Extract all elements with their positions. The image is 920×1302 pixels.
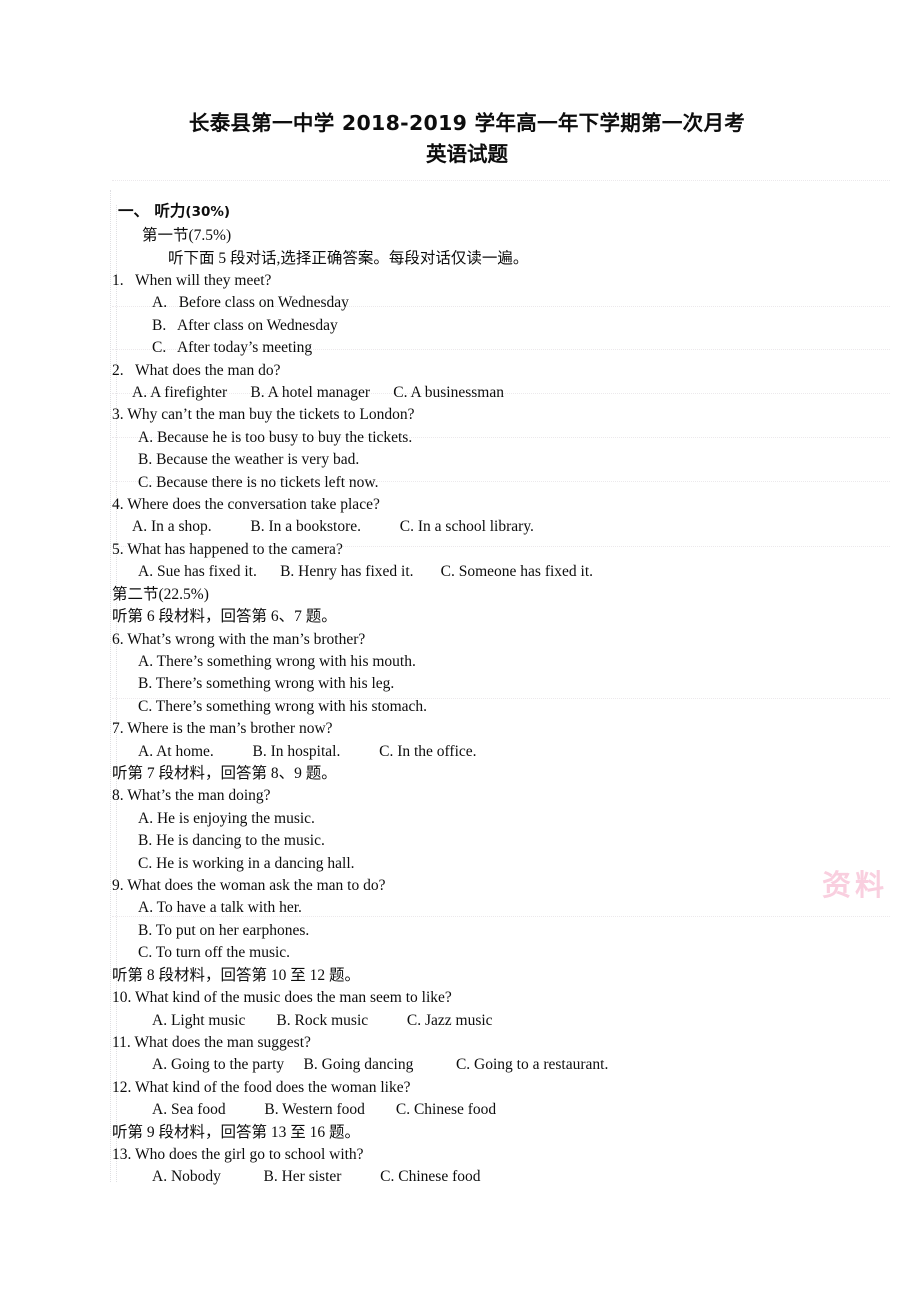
question-stem: 6. What’s wrong with the man’s brother? — [112, 630, 366, 648]
question-option: A. A firefighter B. A hotel manager C. A… — [132, 384, 504, 402]
document-body: 长泰县第一中学 2018-2019 学年高一年下学期第一次月考 英语试题 一、 … — [0, 0, 920, 1189]
question-stem: 5. What has happened to the camera? — [112, 540, 343, 558]
question-option: A. Because he is too busy to buy the tic… — [138, 428, 413, 446]
question-stem: 3. Why can’t the man buy the tickets to … — [112, 406, 415, 424]
question-option: B. After class on Wednesday — [152, 316, 338, 334]
question-option: A. There’s something wrong with his mout… — [138, 653, 416, 670]
question-stem: 11. What does the man suggest? — [112, 1033, 311, 1051]
question-option: A. Light music B. Rock music C. Jazz mus… — [152, 1011, 493, 1029]
question-stem: 9. What does the woman ask the man to do… — [112, 877, 386, 895]
section-heading-label: 一、 听力 — [118, 202, 186, 220]
question-option: A. Going to the party B. Going dancing C… — [152, 1056, 609, 1074]
listening-cue: 听第 8 段材料，回答第 10 至 12 题。 — [112, 966, 361, 984]
listening-cue: 听第 9 段材料，回答第 13 至 16 题。 — [112, 1123, 361, 1141]
question-stem: 13. Who does the girl go to school with? — [112, 1145, 364, 1163]
question-option: B. He is dancing to the music. — [138, 832, 325, 850]
page-title: 长泰县第一中学 2018-2019 学年高一年下学期第一次月考 — [188, 111, 746, 135]
part-two-heading: 第二节(22.5%) — [112, 585, 209, 603]
question-option: C. There’s something wrong with his stom… — [138, 697, 428, 715]
section-heading-listening: 一、 听力(30%) — [118, 198, 882, 225]
question-stem: 7. Where is the man’s brother now? — [112, 720, 333, 738]
question-option: A. Sea food B. Western food C. Chinese f… — [152, 1101, 497, 1119]
question-option: A. He is enjoying the music. — [138, 809, 315, 827]
question-option: C. After today’s meeting — [152, 339, 313, 357]
question-option: B. There’s something wrong with his leg. — [138, 675, 395, 693]
question-option: B. Because the weather is very bad. — [138, 451, 360, 469]
question-option: A. Sue has fixed it. B. Henry has fixed … — [138, 563, 594, 581]
question-stem: 2. What does the man do? — [112, 361, 281, 379]
part-one-instruction: 听下面 5 段对话,选择正确答案。每段对话仅读一遍。 — [168, 249, 529, 267]
question-stem: 1. When will they meet? — [112, 272, 272, 289]
page-subtitle: 英语试题 — [426, 142, 508, 166]
question-option: A. In a shop. B. In a bookstore. C. In a… — [132, 518, 534, 536]
question-stem: 10. What kind of the music does the man … — [112, 989, 452, 1007]
listening-cue: 听第 6 段材料，回答第 6、7 题。 — [112, 608, 337, 626]
question-stem: 4. Where does the conversation take plac… — [112, 496, 380, 514]
question-stem: 8. What’s the man doing? — [112, 787, 271, 805]
section-heading-points: (30%) — [185, 204, 231, 220]
question-option: A. At home. B. In hospital. C. In the of… — [138, 742, 477, 760]
question-stem: 12. What kind of the food does the woman… — [112, 1078, 411, 1096]
question-option: A. Before class on Wednesday — [152, 294, 349, 312]
question-option: C. He is working in a dancing hall. — [138, 854, 355, 872]
question-option: C. To turn off the music. — [138, 944, 291, 962]
question-option: B. To put on her earphones. — [138, 921, 310, 939]
listening-cue: 听第 7 段材料，回答第 8、9 题。 — [112, 765, 337, 783]
question-option: A. Nobody B. Her sister C. Chinese food — [152, 1168, 481, 1186]
question-option: A. To have a talk with her. — [138, 899, 302, 917]
exam-paper-page: 资料 长泰县第一中学 2018-2019 学年高一年下学期第一次月考 英语试题 … — [0, 0, 920, 1302]
question-option: C. Because there is no tickets left now. — [138, 473, 379, 491]
part-one-heading: 第一节(7.5%) — [142, 227, 232, 244]
